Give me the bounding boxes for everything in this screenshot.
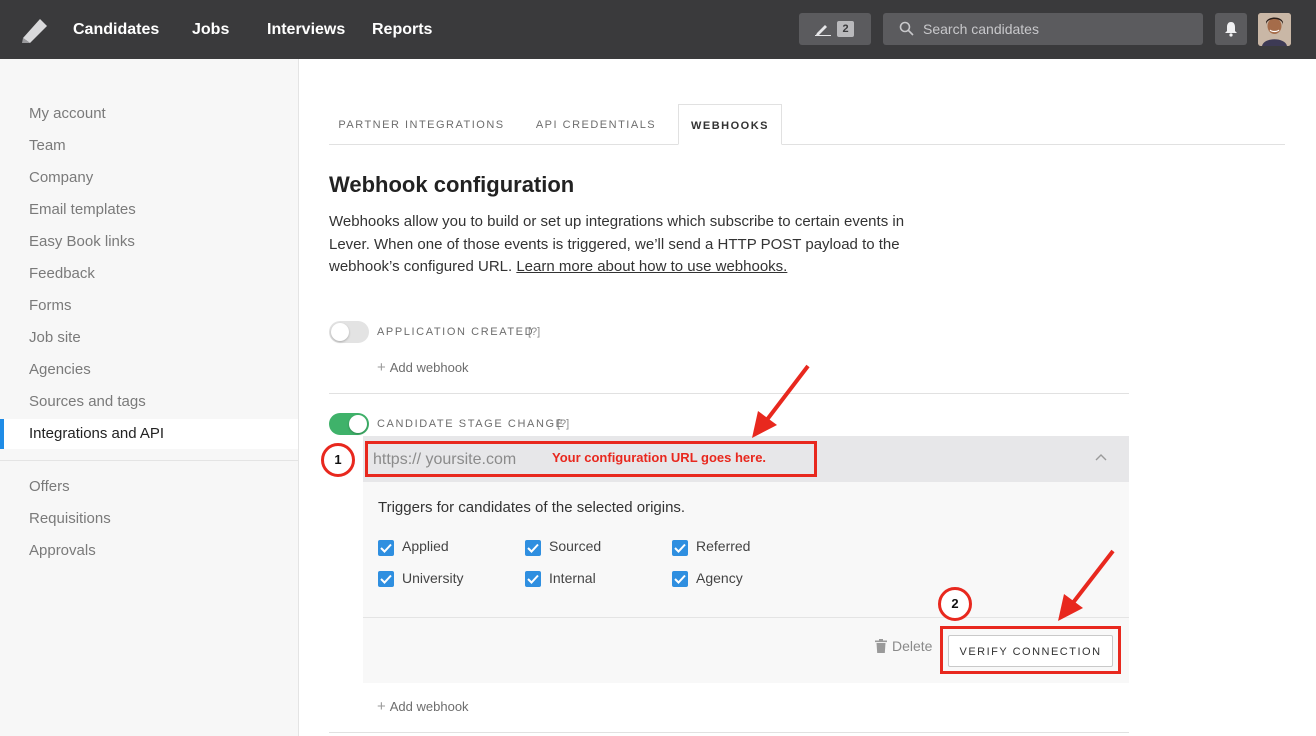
checkbox-internal[interactable] <box>525 571 541 587</box>
delete-webhook-button[interactable]: Delete <box>875 638 932 654</box>
toggle-knob <box>349 415 367 433</box>
chevron-up-icon[interactable] <box>1095 453 1107 461</box>
sidebar-item-requisitions[interactable]: Requisitions <box>29 504 111 534</box>
search-box[interactable] <box>883 13 1203 45</box>
sidebar-item-team[interactable]: Team <box>29 131 66 161</box>
settings-sidebar: My account Team Company Email templates … <box>0 59 299 736</box>
page-title: Webhook configuration <box>329 172 575 197</box>
avatar-photo-icon <box>1258 13 1291 46</box>
checkbox-sourced[interactable] <box>525 540 541 556</box>
step-2-marker: 2 <box>938 587 972 621</box>
notes-button[interactable]: 2 <box>799 13 871 45</box>
section-divider <box>329 732 1129 733</box>
trash-icon <box>875 639 887 653</box>
application-created-toggle[interactable] <box>329 321 369 343</box>
nav-reports[interactable]: Reports <box>372 0 432 59</box>
toggle-knob <box>331 323 349 341</box>
sidebar-item-agencies[interactable]: Agencies <box>29 355 91 385</box>
add-webhook-label: Add webhook <box>389 360 469 375</box>
sidebar-item-sources-and-tags[interactable]: Sources and tags <box>29 387 146 417</box>
tab-api-credentials[interactable]: API CREDENTIALS <box>524 104 668 145</box>
origin-label-internal: Internal <box>549 570 596 586</box>
sidebar-item-my-account[interactable]: My account <box>29 99 106 129</box>
top-navigation-bar: Candidates Jobs Interviews Reports 2 <box>0 0 1316 59</box>
bell-icon <box>1225 22 1237 37</box>
pencil-icon <box>815 25 831 36</box>
add-webhook-label: Add webhook <box>389 699 469 714</box>
check-icon <box>380 543 392 553</box>
help-link-candidate-stage-change[interactable]: [?] <box>557 418 569 430</box>
delete-label: Delete <box>892 638 933 654</box>
plus-icon: + <box>377 359 386 376</box>
step-1-marker: 1 <box>321 443 355 477</box>
plus-icon: + <box>377 698 386 715</box>
add-webhook-button-application-created[interactable]: + Add webhook <box>377 359 469 376</box>
candidate-stage-change-toggle[interactable] <box>329 413 369 435</box>
event-label-application-created: APPLICATION CREATED <box>377 326 535 338</box>
verify-annotation-box <box>940 626 1121 674</box>
checkbox-agency[interactable] <box>672 571 688 587</box>
arrow-to-url-icon <box>752 364 810 438</box>
check-icon <box>527 574 539 584</box>
sidebar-divider <box>0 460 298 461</box>
sidebar-item-approvals[interactable]: Approvals <box>29 536 96 566</box>
origin-label-applied: Applied <box>402 538 449 554</box>
origin-label-university: University <box>402 570 464 586</box>
sidebar-item-job-site[interactable]: Job site <box>29 323 81 353</box>
page-description: Webhooks allow you to build or set up in… <box>329 211 929 279</box>
origin-label-sourced: Sourced <box>549 538 602 554</box>
sidebar-item-email-templates[interactable]: Email templates <box>29 195 136 225</box>
check-icon <box>380 574 392 584</box>
origin-label-referred: Referred <box>696 538 751 554</box>
checkbox-university[interactable] <box>378 571 394 587</box>
nav-interviews[interactable]: Interviews <box>267 0 345 59</box>
origin-label-agency: Agency <box>696 570 743 586</box>
tab-partner-integrations[interactable]: PARTNER INTEGRATIONS <box>329 104 514 145</box>
sidebar-item-integrations-and-api[interactable]: Integrations and API <box>29 419 164 449</box>
notes-count-badge: 2 <box>837 21 854 37</box>
checkbox-referred[interactable] <box>672 540 688 556</box>
learn-more-link[interactable]: Learn more about how to use webhooks. <box>516 258 787 275</box>
check-icon <box>674 543 686 553</box>
sidebar-item-offers[interactable]: Offers <box>29 472 70 502</box>
search-input[interactable] <box>923 13 1193 45</box>
nav-jobs[interactable]: Jobs <box>192 0 229 59</box>
sidebar-active-indicator <box>0 419 4 449</box>
sidebar-item-feedback[interactable]: Feedback <box>29 259 95 289</box>
section-divider <box>329 393 1129 394</box>
lever-logo-icon[interactable] <box>20 16 50 44</box>
help-link-application-created[interactable]: [?] <box>528 326 540 338</box>
sidebar-item-forms[interactable]: Forms <box>29 291 72 321</box>
sidebar-item-easy-book-links[interactable]: Easy Book links <box>29 227 135 257</box>
notifications-button[interactable] <box>1215 13 1247 45</box>
checkbox-applied[interactable] <box>378 540 394 556</box>
triggers-description: Triggers for candidates of the selected … <box>378 499 686 516</box>
event-label-candidate-stage-change: CANDIDATE STAGE CHANGE <box>377 418 565 430</box>
sidebar-item-company[interactable]: Company <box>29 163 93 193</box>
search-icon <box>899 21 914 36</box>
url-annotation-text: Your configuration URL goes here. <box>552 450 767 465</box>
check-icon <box>674 574 686 584</box>
check-icon <box>527 543 539 553</box>
nav-candidates[interactable]: Candidates <box>73 0 159 59</box>
user-avatar[interactable] <box>1258 13 1291 46</box>
tab-webhooks[interactable]: WEBHOOKS <box>678 104 782 145</box>
add-webhook-button-candidate-stage-change[interactable]: + Add webhook <box>377 698 469 715</box>
